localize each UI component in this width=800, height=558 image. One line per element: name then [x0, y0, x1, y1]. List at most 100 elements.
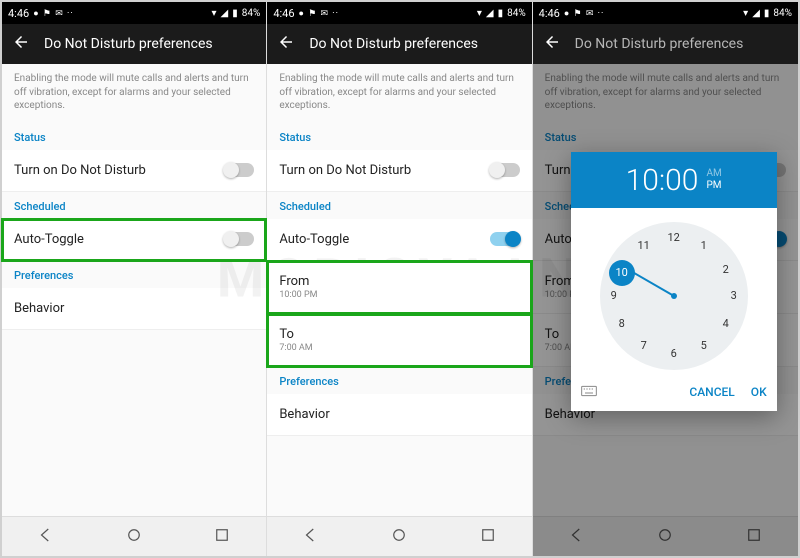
clock-num-5[interactable]: 5	[694, 336, 714, 356]
nav-home-icon[interactable]	[656, 526, 674, 548]
ok-button[interactable]: OK	[751, 385, 767, 399]
appbar-title: Do Not Disturb preferences	[44, 36, 213, 52]
battery-pct: 84%	[773, 8, 792, 19]
app-bar: Do Not Disturb preferences	[267, 24, 531, 64]
status-time: 4:46	[539, 7, 560, 20]
row-label: Auto-Toggle	[14, 232, 84, 247]
row-auto-toggle[interactable]: Auto-Toggle	[267, 219, 531, 261]
clock-num-11[interactable]: 11	[634, 236, 654, 256]
clock-center	[671, 293, 677, 299]
wifi-icon: ▾	[743, 8, 748, 19]
panel-2: 4:46 ● ⚑ ✉ ·· ▾ ◢ ▮ 84% Do Not Disturb p…	[267, 2, 532, 556]
battery-pct: 84%	[507, 8, 526, 19]
nav-bar	[2, 516, 266, 556]
row-value: 7:00 AM	[279, 343, 312, 353]
status-bar: 4:46 ● ⚑ ✉ ·· ▾ ◢ ▮ 84%	[2, 2, 266, 24]
section-status: Status	[267, 123, 531, 150]
battery-icon: ▮	[764, 8, 770, 19]
back-icon[interactable]	[12, 33, 30, 55]
time-picker-dialog: 10:00 AM PM 10 12 1 2 3 4 5 6	[571, 152, 777, 411]
signal-icon: ◢	[221, 8, 229, 19]
section-preferences: Preferences	[267, 367, 531, 394]
panel-3: 4:46 ● ⚑ ✉ ·· ▾ ◢ ▮ 84% Do Not Disturb p…	[533, 2, 798, 556]
section-status: Status	[533, 123, 798, 150]
clock-num-2[interactable]: 2	[716, 260, 736, 280]
app-bar: Do Not Disturb preferences	[2, 24, 266, 64]
status-notif-icons: ● ⚑ ✉ ··	[299, 8, 339, 19]
info-text: Enabling the mode will mute calls and al…	[2, 64, 266, 123]
section-scheduled: Scheduled	[267, 192, 531, 219]
nav-bar	[533, 516, 798, 556]
nav-recent-icon[interactable]	[213, 526, 231, 548]
back-icon[interactable]	[543, 33, 561, 55]
row-behavior[interactable]: Behavior	[267, 394, 531, 436]
battery-icon: ▮	[232, 8, 238, 19]
row-label: Auto-Toggle	[279, 232, 349, 247]
keyboard-icon[interactable]	[581, 382, 597, 401]
status-time: 4:46	[273, 7, 294, 20]
nav-back-icon[interactable]	[302, 526, 320, 548]
row-value: 10:00 PM	[279, 290, 317, 300]
signal-icon: ◢	[486, 8, 494, 19]
row-label: To	[279, 327, 312, 342]
signal-icon: ◢	[752, 8, 760, 19]
back-icon[interactable]	[277, 33, 295, 55]
clock-selected-hour[interactable]: 10	[609, 260, 635, 286]
row-turn-on-dnd[interactable]: Turn on Do Not Disturb	[267, 150, 531, 192]
toggle-auto[interactable]	[224, 232, 254, 246]
clock-num-12[interactable]: 12	[664, 228, 684, 248]
appbar-title: Do Not Disturb preferences	[575, 36, 744, 52]
section-scheduled: Scheduled	[2, 192, 266, 219]
battery-pct: 84%	[242, 8, 261, 19]
nav-recent-icon[interactable]	[745, 526, 763, 548]
pm-label[interactable]: PM	[706, 180, 721, 192]
clock-num-3[interactable]: 3	[724, 286, 744, 306]
info-text: Enabling the mode will mute calls and al…	[267, 64, 531, 123]
toggle-dnd[interactable]	[490, 163, 520, 177]
row-auto-toggle[interactable]: Auto-Toggle	[2, 219, 266, 261]
ampm-toggle[interactable]: AM PM	[706, 168, 721, 192]
row-from[interactable]: From 10:00 PM	[267, 261, 531, 314]
app-bar: Do Not Disturb preferences	[533, 24, 798, 64]
am-label[interactable]: AM	[706, 168, 721, 180]
nav-recent-icon[interactable]	[479, 526, 497, 548]
battery-icon: ▮	[498, 8, 504, 19]
toggle-dnd[interactable]	[224, 163, 254, 177]
status-notif-icons: ● ⚑ ✉ ··	[33, 8, 73, 19]
wifi-icon: ▾	[212, 8, 217, 19]
clock-num-9[interactable]: 9	[604, 286, 624, 306]
clock-num-4[interactable]: 4	[716, 314, 736, 334]
time-picker-header: 10:00 AM PM	[571, 152, 777, 208]
time-display[interactable]: 10:00	[626, 163, 699, 198]
nav-bar	[267, 516, 531, 556]
screenshot-triptych: 4:46 ● ⚑ ✉ ·· ▾ ◢ ▮ 84% Do Not Disturb p…	[0, 0, 800, 558]
clock-num-7[interactable]: 7	[634, 336, 654, 356]
appbar-title: Do Not Disturb preferences	[309, 36, 478, 52]
status-notif-icons: ● ⚑ ✉ ··	[564, 8, 604, 19]
row-behavior[interactable]: Behavior	[2, 288, 266, 330]
clock-num-1[interactable]: 1	[694, 236, 714, 256]
row-label: Behavior	[14, 301, 64, 316]
wifi-icon: ▾	[477, 8, 482, 19]
panel-1: 4:46 ● ⚑ ✉ ·· ▾ ◢ ▮ 84% Do Not Disturb p…	[2, 2, 267, 556]
row-label: Behavior	[279, 407, 329, 422]
row-turn-on-dnd[interactable]: Turn on Do Not Disturb	[2, 150, 266, 192]
row-label: From	[279, 274, 317, 289]
row-label: Turn on Do Not Disturb	[14, 163, 146, 178]
cancel-button[interactable]: CANCEL	[689, 385, 734, 399]
section-status: Status	[2, 123, 266, 150]
nav-home-icon[interactable]	[390, 526, 408, 548]
toggle-auto[interactable]	[490, 232, 520, 246]
status-bar: 4:46 ● ⚑ ✉ ·· ▾ ◢ ▮ 84%	[267, 2, 531, 24]
clock-num-8[interactable]: 8	[612, 314, 632, 334]
row-label: Turn on Do Not Disturb	[279, 163, 411, 178]
nav-back-icon[interactable]	[568, 526, 586, 548]
section-preferences: Preferences	[2, 261, 266, 288]
nav-back-icon[interactable]	[37, 526, 55, 548]
status-time: 4:46	[8, 7, 29, 20]
clock-num-6[interactable]: 6	[664, 344, 684, 364]
row-to[interactable]: To 7:00 AM	[267, 314, 531, 367]
status-bar: 4:46 ● ⚑ ✉ ·· ▾ ◢ ▮ 84%	[533, 2, 798, 24]
clock-face[interactable]: 10 12 1 2 3 4 5 6 7 8 9 11	[600, 222, 748, 370]
nav-home-icon[interactable]	[125, 526, 143, 548]
